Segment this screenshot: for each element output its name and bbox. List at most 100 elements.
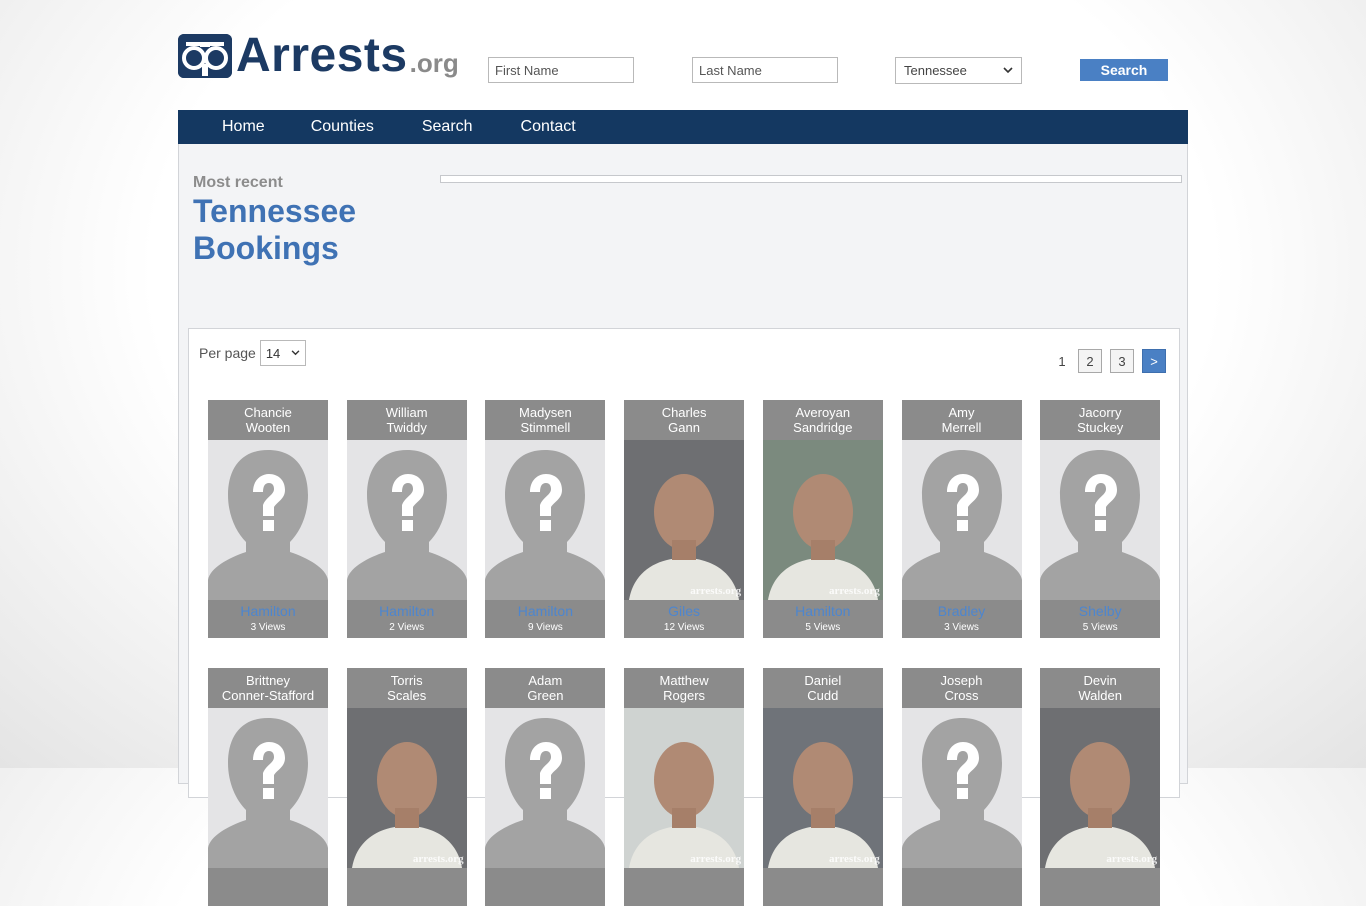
placeholder-photo[interactable] xyxy=(901,708,1022,868)
page-subtitle: Most recent xyxy=(193,174,283,191)
county-link[interactable]: Hamilton xyxy=(485,600,605,619)
booking-name[interactable]: Jacorry Stuckey xyxy=(1040,400,1161,440)
county-link[interactable] xyxy=(347,868,467,871)
county-link[interactable] xyxy=(624,868,744,871)
booking-footer: Hamilton 2 Views xyxy=(346,600,467,638)
booking-card[interactable]: Averoyan Sandridge arrests.org Hamilton 5 Vi… xyxy=(762,400,883,638)
booking-name[interactable]: Charles Gann xyxy=(624,400,745,440)
booking-name[interactable]: Madysen Stimmell xyxy=(485,400,606,440)
booking-last-name: Cross xyxy=(944,688,979,703)
booking-name[interactable]: Matthew Rogers xyxy=(624,668,745,708)
booking-last-name: Wooten xyxy=(245,420,291,435)
first-name-input[interactable] xyxy=(488,57,634,83)
booking-card[interactable]: Brittney Conner-Stafford xyxy=(208,668,328,906)
logo-suffix: .org xyxy=(409,48,459,78)
watermark: arrests.org xyxy=(690,585,742,597)
placeholder-photo[interactable] xyxy=(208,440,328,600)
booking-footer xyxy=(762,868,883,906)
booking-card[interactable]: Torris Scales arrests.org xyxy=(346,668,467,906)
county-link[interactable] xyxy=(1040,868,1160,871)
booking-name[interactable]: William Twiddy xyxy=(346,400,467,440)
placeholder-photo[interactable] xyxy=(485,708,606,868)
person-photo-icon xyxy=(629,742,740,868)
last-name-input[interactable] xyxy=(692,57,838,83)
booking-footer xyxy=(485,868,606,906)
booking-card[interactable]: Chancie Wooten Hamilton 3 Views xyxy=(208,400,328,638)
booking-footer: Bradley 3 Views xyxy=(901,600,1022,638)
mugshot-photo[interactable]: arrests.org xyxy=(1040,708,1161,868)
page-current: 1 xyxy=(1058,353,1066,369)
county-link[interactable]: Shelby xyxy=(1040,600,1160,619)
booking-card[interactable]: Jacorry Stuckey Shelby 5 Views xyxy=(1040,400,1161,638)
placeholder-photo[interactable] xyxy=(901,440,1022,600)
booking-card[interactable]: William Twiddy Hamilton 2 Views xyxy=(346,400,467,638)
booking-name[interactable]: Brittney Conner-Stafford xyxy=(208,668,328,708)
nav-counties[interactable]: Counties xyxy=(311,118,374,136)
booking-footer: Giles 12 Views xyxy=(624,600,745,638)
booking-footer xyxy=(624,868,745,906)
booking-name[interactable]: Torris Scales xyxy=(346,668,467,708)
county-link[interactable] xyxy=(485,868,605,871)
unknown-person-icon xyxy=(485,718,606,868)
placeholder-photo[interactable] xyxy=(1040,440,1161,600)
county-link[interactable] xyxy=(763,868,883,871)
nav-search[interactable]: Search xyxy=(422,118,473,136)
booking-first-name: Chancie xyxy=(244,405,292,420)
mugshot-photo[interactable]: arrests.org xyxy=(762,708,883,868)
next-page-button[interactable]: > xyxy=(1142,349,1166,373)
booking-first-name: Jacorry xyxy=(1078,405,1122,420)
booking-card[interactable]: Devin Walden arrests.org xyxy=(1040,668,1161,906)
booking-last-name: Green xyxy=(527,688,564,703)
county-link[interactable]: Bradley xyxy=(902,600,1022,619)
county-link[interactable]: Hamilton xyxy=(347,600,467,619)
county-link[interactable]: Hamilton xyxy=(763,600,883,619)
mugshot-photo[interactable]: arrests.org xyxy=(762,440,883,600)
booking-name[interactable]: Adam Green xyxy=(485,668,606,708)
placeholder-photo[interactable] xyxy=(208,708,328,868)
booking-card[interactable]: Joseph Cross xyxy=(901,668,1022,906)
booking-name[interactable]: Chancie Wooten xyxy=(208,400,328,440)
watermark: arrests.org xyxy=(828,585,880,597)
logo-text: Arrests xyxy=(236,29,408,82)
booking-first-name: William xyxy=(385,405,428,420)
booking-card[interactable]: Madysen Stimmell Hamilton 9 Views xyxy=(485,400,606,638)
nav-contact[interactable]: Contact xyxy=(521,118,576,136)
county-link[interactable]: Hamilton xyxy=(208,600,328,619)
ad-banner xyxy=(440,175,1182,183)
mugshot-photo[interactable]: arrests.org xyxy=(624,440,745,600)
unknown-person-icon xyxy=(208,450,328,600)
page-link[interactable]: 2 xyxy=(1078,349,1102,373)
booking-name[interactable]: Devin Walden xyxy=(1040,668,1161,708)
booking-card[interactable]: Amy Merrell Bradley 3 Views xyxy=(901,400,1022,638)
placeholder-photo[interactable] xyxy=(346,440,467,600)
person-photo-icon xyxy=(767,474,878,600)
booking-first-name: Madysen xyxy=(519,405,572,420)
per-page-select[interactable]: 14 xyxy=(259,340,306,366)
county-link[interactable] xyxy=(902,868,1022,871)
mugshot-photo[interactable]: arrests.org xyxy=(346,708,467,868)
booking-card[interactable]: Charles Gann arrests.org Giles 12 Views xyxy=(624,400,745,638)
placeholder-photo[interactable] xyxy=(485,440,606,600)
county-link[interactable]: Giles xyxy=(624,600,744,619)
person-photo-icon xyxy=(1045,742,1156,868)
view-count: 12 Views xyxy=(663,622,705,633)
page-link[interactable]: 3 xyxy=(1110,349,1134,373)
booking-name[interactable]: Daniel Cudd xyxy=(762,668,883,708)
booking-name[interactable]: Amy Merrell xyxy=(901,400,1022,440)
booking-last-name: Sandridge xyxy=(793,420,853,435)
county-link[interactable] xyxy=(208,868,328,871)
site-logo[interactable]: Arrests .org xyxy=(178,29,459,82)
view-count: 3 Views xyxy=(250,622,286,633)
booking-card[interactable]: Matthew Rogers arrests.org xyxy=(624,668,745,906)
unknown-person-icon xyxy=(901,450,1022,600)
booking-card[interactable]: Adam Green xyxy=(485,668,606,906)
state-select[interactable]: Tennessee xyxy=(895,57,1022,84)
booking-last-name: Merrell xyxy=(941,420,982,435)
search-button[interactable]: Search xyxy=(1080,59,1168,81)
booking-name[interactable]: Averoyan Sandridge xyxy=(762,400,883,440)
unknown-person-icon xyxy=(346,450,467,600)
booking-card[interactable]: Daniel Cudd arrests.org xyxy=(762,668,883,906)
booking-name[interactable]: Joseph Cross xyxy=(901,668,1022,708)
nav-home[interactable]: Home xyxy=(222,118,265,136)
mugshot-photo[interactable]: arrests.org xyxy=(624,708,745,868)
